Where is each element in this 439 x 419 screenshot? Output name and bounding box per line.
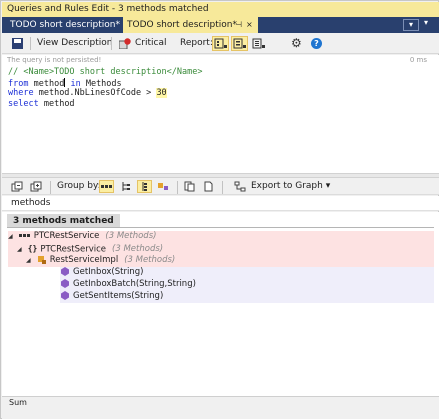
code-comment: // <Name>TODO short description</Name> [8, 67, 203, 77]
help-icon[interactable]: ? [311, 38, 322, 49]
export-label: Export to Graph [251, 181, 323, 191]
method-icon [61, 279, 69, 288]
group-by-method-button[interactable] [156, 180, 171, 193]
export-document-button[interactable] [201, 180, 216, 193]
tab-label: TODO short description* [10, 20, 120, 30]
assembly-name: PTCRestService [33, 231, 100, 241]
method-group-icon [158, 183, 168, 190]
group-by-namespace-button[interactable] [118, 180, 133, 193]
code-identifier: Methods [85, 78, 122, 89]
view-description-button[interactable]: View Description [37, 35, 112, 52]
collapse-arrow-icon[interactable]: ◢ [8, 231, 16, 243]
tree-row-method[interactable]: GetInbox(String) [60, 267, 434, 279]
query-status-bar: The query is not persisted! 0 ms [2, 55, 439, 66]
toolbar-separator [222, 181, 223, 194]
matched-header: 3 methods matched [2, 212, 439, 228]
toolbar-separator [177, 181, 178, 194]
expand-all-button[interactable] [10, 180, 25, 193]
code-keyword-from: from [8, 78, 29, 89]
report-graph-icon [252, 38, 265, 49]
code-expression: method.NbLinesOfCode > [38, 88, 152, 98]
expand-all-icon [11, 181, 23, 192]
group-by-assembly-button[interactable] [99, 180, 114, 193]
group-by-type-button[interactable] [137, 180, 152, 193]
query-edit-panel: Queries and Rules Edit - 3 methods match… [0, 0, 439, 419]
code-keyword-in: in [70, 78, 81, 89]
collapse-all-button[interactable] [29, 180, 44, 193]
options-dropdown-icon[interactable]: ▾ [424, 18, 428, 27]
report-list-button[interactable] [231, 36, 248, 51]
text-caret [64, 77, 66, 87]
chevron-down-icon: ▾ [325, 181, 331, 191]
method-icon [61, 291, 69, 300]
critical-icon [119, 38, 131, 49]
tree-row-assembly[interactable]: ◢ PTCRestService (3 Methods) [8, 231, 434, 243]
assembly-count: (3 Methods) [105, 231, 157, 241]
method-name: GetSentItems(String) [73, 291, 164, 301]
tree-row-type[interactable]: ◢ RestServiceImpl (3 Methods) [8, 255, 434, 267]
report-list-icon [233, 38, 246, 49]
results-tree: ◢ PTCRestService (3 Methods) ◢ {} PTCRestS… [2, 228, 439, 396]
tab-list-dropdown-icon[interactable]: ▾ [403, 19, 419, 31]
status-message: The query is not persisted! [7, 56, 102, 64]
panel-title: Queries and Rules Edit - 3 methods match… [2, 2, 439, 17]
code-keyword-where: where [8, 88, 34, 98]
sum-label: Sum [9, 398, 27, 407]
code-identifier: method [43, 98, 75, 109]
namespace-count: (3 Methods) [112, 244, 164, 255]
toolbar-separator [50, 181, 51, 194]
copy-icon [184, 181, 195, 192]
namespace-icon: {} [27, 244, 38, 253]
assembly-icon [18, 233, 30, 237]
tab-strip: TODO short description* TODO short descr… [2, 17, 439, 33]
export-graph-icon-button[interactable] [233, 180, 248, 193]
query-code-editor[interactable]: // <Name>TODO short description</Name> f… [2, 66, 439, 173]
report-tree-button[interactable] [212, 36, 229, 51]
class-icon [37, 256, 46, 264]
report-label: Report: [180, 38, 213, 48]
report-graph-button[interactable] [250, 36, 267, 51]
tab-query-active[interactable]: TODO short description* ⊣ × [123, 17, 258, 33]
collapse-arrow-icon[interactable]: ◢ [26, 255, 34, 267]
namespace-group-icon [122, 182, 130, 191]
sum-bar: Sum [2, 396, 439, 409]
tab-query-1[interactable]: TODO short description* [6, 17, 124, 33]
type-count: (3 Methods) [124, 255, 176, 265]
tab-label: TODO short description* [127, 20, 237, 30]
report-tree-icon [214, 38, 227, 49]
copy-button[interactable] [182, 180, 197, 193]
toolbar-separator [111, 37, 112, 50]
code-identifier: method [33, 78, 65, 89]
code-number: 30 [156, 88, 167, 98]
search-value: methods [11, 198, 51, 208]
query-toolbar: View Description Critical Report: ⚙ ? [2, 33, 439, 54]
toolbar-separator [30, 37, 31, 50]
horizontal-scrollbar[interactable] [2, 409, 439, 419]
results-toolbar: Group by: Export to Graph ▾ [2, 178, 439, 195]
method-name: GetInbox(String) [73, 267, 144, 277]
tree-row-namespace[interactable]: ◢ {} PTCRestService (3 Methods) [8, 243, 434, 255]
critical-button[interactable]: Critical [135, 35, 166, 52]
results-search-input[interactable]: methods [2, 196, 439, 211]
tree-row-method[interactable]: GetInboxBatch(String,String) [60, 279, 434, 291]
code-keyword-select: select [8, 98, 39, 109]
assembly-group-icon [101, 185, 112, 188]
method-name: GetInboxBatch(String,String) [73, 279, 196, 289]
graph-icon [234, 181, 246, 192]
matched-count-tab[interactable]: 3 methods matched [7, 214, 120, 228]
save-icon[interactable] [12, 38, 23, 49]
close-icon[interactable]: × [246, 17, 253, 33]
namespace-name: PTCRestService [40, 244, 107, 255]
method-icon [61, 267, 69, 276]
export-to-graph-button[interactable]: Export to Graph ▾ [251, 178, 330, 195]
tree-row-method[interactable]: GetSentItems(String) [60, 291, 434, 303]
type-group-icon [142, 182, 147, 191]
gear-icon[interactable]: ⚙ [291, 36, 302, 51]
pin-icon[interactable]: ⊣ [235, 17, 242, 33]
collapse-all-icon [30, 181, 42, 192]
type-name: RestServiceImpl [49, 255, 119, 265]
document-icon [204, 181, 213, 192]
query-time: 0 ms [409, 56, 427, 64]
group-by-label: Group by: [57, 181, 101, 191]
